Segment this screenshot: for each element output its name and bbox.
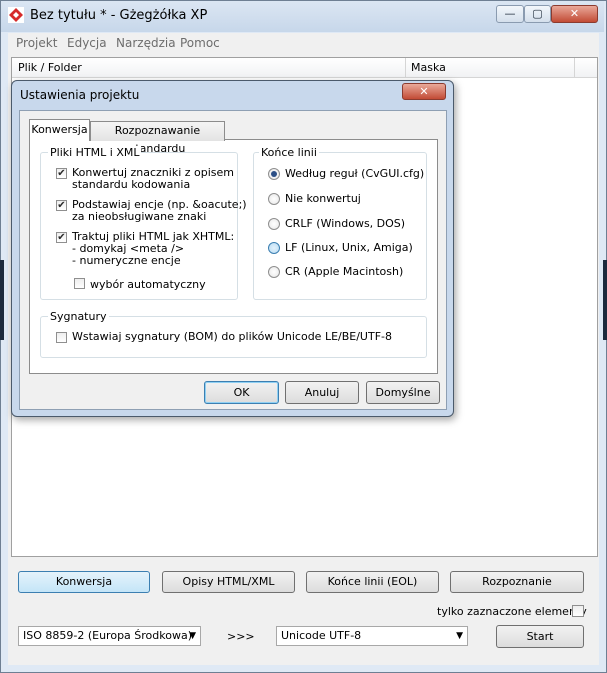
target-encoding-select[interactable]: Unicode UTF-8 ▼ — [276, 626, 468, 646]
eol-by-rules-label: Według reguł (CvGUI.cfg) — [285, 167, 425, 180]
close-button[interactable]: ✕ — [551, 5, 598, 23]
convert-button[interactable]: Konwersja — [18, 571, 150, 593]
eol-lf-label: LF (Linux, Unix, Amiga) — [285, 241, 413, 254]
source-encoding-select[interactable]: ISO 8859-2 (Europa Środkowa) ▼ — [18, 626, 201, 646]
ok-button[interactable]: OK — [204, 381, 279, 404]
convert-tags-label: Konwertuj znaczniki z opisem standardu k… — [72, 166, 235, 191]
treat-xhtml-label: Traktuj pliki HTML jak XHTML: - domykaj … — [72, 230, 235, 267]
bom-label: Wstawiaj sygnatury (BOM) do plików Unico… — [72, 330, 392, 343]
window-title: Bez tytułu * - Gżegżółka XP — [30, 8, 208, 23]
menu-edycja[interactable]: Edycja — [67, 36, 107, 50]
desktop-edge-left — [0, 260, 4, 340]
html-xml-descriptions-button[interactable]: Opisy HTML/XML — [162, 571, 295, 593]
bom-checkbox[interactable] — [56, 332, 67, 343]
menu-pomoc[interactable]: Pomoc — [180, 36, 220, 50]
dialog-close-button[interactable]: ✕ — [402, 83, 446, 100]
target-encoding-value: Unicode UTF-8 — [281, 629, 362, 642]
eol-crlf-radio[interactable] — [268, 218, 280, 230]
auto-select-label: wybór automatyczny — [90, 278, 206, 291]
eol-cr-label: CR (Apple Macintosh) — [285, 265, 404, 278]
eol-by-rules-radio[interactable] — [268, 168, 280, 180]
cancel-button[interactable]: Anuluj — [285, 381, 359, 404]
eol-lf-radio[interactable] — [268, 242, 280, 254]
conversion-arrows: >>> — [227, 630, 255, 643]
eol-crlf-label: CRLF (Windows, DOS) — [285, 217, 406, 230]
eol-cr-radio[interactable] — [268, 266, 280, 278]
list-header — [12, 58, 597, 78]
only-selected-label: tylko zaznaczone elementy — [437, 605, 587, 618]
column-separator[interactable] — [574, 58, 575, 77]
menu-projekt[interactable]: Projekt — [16, 36, 57, 50]
column-header-mask[interactable]: Maska — [411, 61, 446, 74]
eol-button[interactable]: Końce linii (EOL) — [306, 571, 439, 593]
auto-select-checkbox[interactable] — [74, 278, 85, 289]
treat-xhtml-checkbox[interactable]: ✔ — [56, 232, 67, 243]
menu-narzedzia[interactable]: Narzędzia — [116, 36, 176, 50]
column-separator[interactable] — [405, 58, 406, 77]
tab-konwersja[interactable]: Konwersja — [29, 119, 90, 141]
source-encoding-value: ISO 8859-2 (Europa Środkowa) — [23, 629, 192, 642]
convert-tags-checkbox[interactable]: ✔ — [56, 168, 67, 179]
defaults-button[interactable]: Domyślne — [366, 381, 440, 404]
eol-group-title: Końce linii — [259, 146, 319, 159]
tab-rozpoznawanie[interactable]: Rozpoznawanie standardu — [90, 121, 225, 155]
maximize-button[interactable]: ▢ — [524, 5, 551, 23]
column-header-file[interactable]: Plik / Folder — [18, 61, 82, 74]
recognize-button[interactable]: Rozpoznanie — [450, 571, 584, 593]
signatures-group-title: Sygnatury — [48, 310, 109, 323]
dialog-title: Ustawienia projektu — [20, 88, 140, 102]
chevron-down-icon: ▼ — [189, 631, 196, 641]
only-selected-checkbox[interactable] — [572, 605, 584, 617]
chevron-down-icon: ▼ — [456, 631, 463, 641]
eol-no-convert-label: Nie konwertuj — [285, 192, 361, 205]
minimize-button[interactable]: — — [496, 5, 524, 23]
start-button[interactable]: Start — [496, 625, 584, 648]
eol-no-convert-radio[interactable] — [268, 193, 280, 205]
app-logo-icon — [8, 7, 24, 23]
html-xml-group-title: Pliki HTML i XML — [48, 146, 142, 159]
desktop-edge-right — [603, 260, 607, 340]
substitute-entities-checkbox[interactable]: ✔ — [56, 200, 67, 211]
substitute-entities-label: Podstawiaj encje (np. &oacute;) za nieob… — [72, 198, 247, 223]
